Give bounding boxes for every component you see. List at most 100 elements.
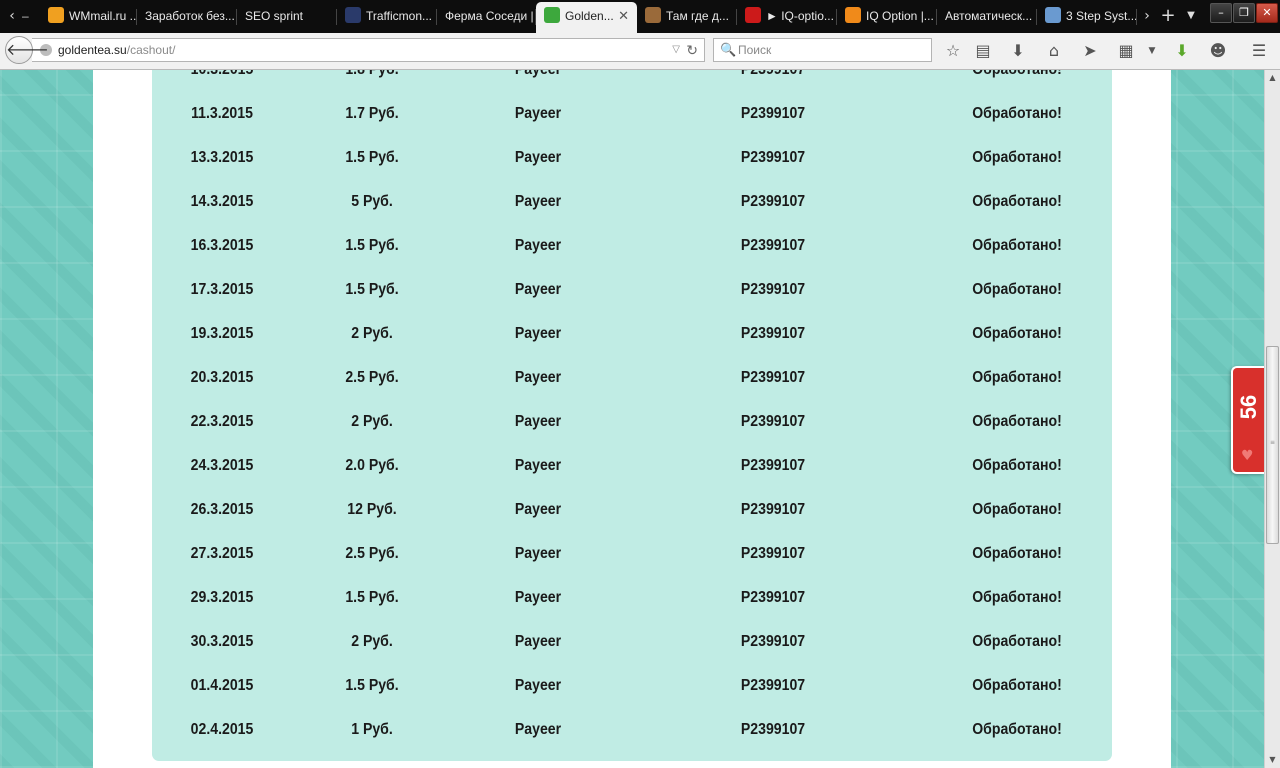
bookmarks-list-icon[interactable]: ▤ <box>972 40 994 62</box>
tab-label: IQ Option |... <box>866 9 934 23</box>
cell-account: P2399107 <box>740 105 806 122</box>
cell-payment-system: Payeer <box>514 105 562 122</box>
green-download-icon[interactable]: ⬇ <box>1171 40 1193 62</box>
table-row: 17.3.2015 1.5 Руб. Payeer P2399107 Обработан… <box>152 280 1112 324</box>
page-scrollbar[interactable]: ▲ ≡ ▼ <box>1264 70 1280 768</box>
tab-label: Там где д... <box>666 9 729 23</box>
tab[interactable]: 3 Step Syst... <box>1037 4 1137 33</box>
cell-amount: 2 Руб. <box>351 325 393 342</box>
cell-account: P2399107 <box>740 545 806 562</box>
cell-date: 30.3.2015 <box>190 633 254 650</box>
widget-count: 56 <box>1236 394 1261 420</box>
tabs-scroll-right-button[interactable]: › <box>1137 4 1157 28</box>
cell-account: P2399107 <box>740 589 806 606</box>
tab[interactable]: Автоматическ... <box>937 4 1037 33</box>
cell-payment-system: Payeer <box>514 369 562 386</box>
tab[interactable]: ► IQ-optio... <box>737 4 837 33</box>
cell-date: 16.3.2015 <box>190 237 254 254</box>
back-button[interactable]: 🡐 <box>5 36 49 64</box>
scroll-down-arrow-icon[interactable]: ▼ <box>1265 752 1280 768</box>
reload-icon[interactable]: ↻ <box>686 39 698 61</box>
scrollbar-thumb[interactable]: ≡ <box>1266 346 1279 544</box>
cell-amount: 2 Руб. <box>351 633 393 650</box>
tab-list-dropdown-icon[interactable]: ▼ <box>1181 4 1201 28</box>
close-tab-icon[interactable]: ✕ <box>618 2 629 30</box>
new-tab-button[interactable]: + <box>1158 4 1178 28</box>
downloads-icon[interactable]: ⬇ <box>1007 40 1029 62</box>
close-window-button[interactable]: ✕ <box>1256 3 1278 23</box>
home-icon[interactable]: ⌂ <box>1043 40 1065 62</box>
search-icon: 🔍 <box>720 42 737 57</box>
cell-status: Обработано! <box>972 413 1062 430</box>
cell-amount: 1.5 Руб. <box>345 589 399 606</box>
cell-status: Обработано! <box>972 501 1062 518</box>
wmmail-icon <box>48 7 64 24</box>
counter-widget[interactable]: 56 ♥ <box>1231 366 1264 474</box>
cell-date: 19.3.2015 <box>190 325 254 342</box>
menu-icon[interactable]: ☰ <box>1248 40 1270 62</box>
search-placeholder: Поиск <box>738 43 772 57</box>
cell-amount: 2.5 Руб. <box>345 369 399 386</box>
tab[interactable]: Ферма Соседи | <box>437 4 536 33</box>
cell-date: 24.3.2015 <box>190 457 254 474</box>
cell-status: Обработано! <box>972 457 1062 474</box>
tab[interactable]: SEO sprint <box>237 4 337 33</box>
cell-status: Обработано! <box>960 70 1074 80</box>
cell-status: Обработано! <box>972 721 1062 738</box>
cell-account: P2399107 <box>740 369 806 386</box>
cell-amount: 1.5 Руб. <box>345 237 399 254</box>
cell-amount: 1.5 Руб. <box>345 281 399 298</box>
table-row: 16.3.2015 1.5 Руб. Payeer P2399107 Обработан… <box>152 236 1112 280</box>
cell-status: Обработано! <box>972 237 1062 254</box>
table-row: 30.3.2015 2 Руб. Payeer P2399107 Обработано! <box>152 632 1112 676</box>
table-row: 14.3.2015 5 Руб. Payeer P2399107 Обработано! <box>152 192 1112 236</box>
smiley-icon[interactable]: ☻ <box>1207 40 1229 62</box>
tab[interactable]: IQ Option |... <box>837 4 937 33</box>
scroll-up-arrow-icon[interactable]: ▲ <box>1265 70 1280 86</box>
cell-status: Обработано! <box>972 633 1062 650</box>
cell-date: 01.4.2015 <box>190 677 254 694</box>
trafficmonsoon-icon <box>345 7 361 24</box>
url-path: /cashout/ <box>126 43 176 57</box>
tab-label: 3 Step Syst... <box>1066 9 1137 23</box>
extension-grid-icon[interactable]: ▦ <box>1115 40 1137 62</box>
cell-amount: 5 Руб. <box>351 193 393 210</box>
search-input[interactable]: 🔍 Поиск <box>713 38 932 62</box>
bookmark-star-icon[interactable]: ☆ <box>942 40 964 62</box>
table-row: 24.3.2015 2.0 Руб. Payeer P2399107 Обработан… <box>152 456 1112 500</box>
cell-status: Обработано! <box>972 589 1062 606</box>
cell-date: 14.3.2015 <box>190 193 254 210</box>
maximize-button[interactable]: ❐ <box>1233 3 1255 23</box>
cell-date: 02.4.2015 <box>190 721 254 738</box>
cell-payment-system: Payeer <box>514 721 562 738</box>
tab-label: ► IQ-optio... <box>766 9 834 23</box>
cell-account: P2399107 <box>740 237 806 254</box>
cell-date: 10.3.2015 <box>178 70 266 80</box>
tabs-scroll-left-button[interactable]: ‹ <box>2 4 22 28</box>
tab-label: Заработок без... <box>145 9 235 23</box>
tab[interactable]: Trafficmon... <box>337 4 437 33</box>
minimize-button[interactable]: – <box>1210 3 1232 23</box>
goldentea-icon <box>544 7 560 24</box>
table-row: 11.3.2015 1.7 Руб. Payeer P2399107 Обработан… <box>152 104 1112 148</box>
cell-amount: 1.8 Руб. <box>328 70 416 80</box>
cell-payment-system: Payeer <box>514 237 562 254</box>
tab-label: SEO sprint <box>245 9 304 23</box>
table-row: 10.3.2015 1.8 Руб. Payeer P2399107 Обработан… <box>152 70 1112 104</box>
tab-label: Trafficmon... <box>366 9 433 23</box>
cell-account: P2399107 <box>740 281 806 298</box>
cell-amount: 2.0 Руб. <box>345 457 399 474</box>
extension-dropdown-icon[interactable]: ▼ <box>1141 40 1163 62</box>
table-row: 02.4.2015 1 Руб. Payeer P2399107 Обработано! <box>152 720 1112 764</box>
tab-label: Ферма Соседи | <box>445 9 534 23</box>
tab[interactable]: Там где д... <box>637 4 737 33</box>
send-icon[interactable]: ➤ <box>1079 40 1101 62</box>
url-bar[interactable]: goldentea.su/cashout/ ▽ ↻ <box>32 38 705 62</box>
tab-active[interactable]: Golden... ✕ <box>536 2 637 33</box>
cell-status: Обработано! <box>972 193 1062 210</box>
tab[interactable]: WMmail.ru ... <box>40 4 137 33</box>
tab-overflow[interactable]: – <box>20 4 40 33</box>
url-history-dropdown-icon[interactable]: ▽ <box>672 39 680 61</box>
tab[interactable]: Заработок без... <box>137 4 237 33</box>
cell-date: 22.3.2015 <box>190 413 254 430</box>
